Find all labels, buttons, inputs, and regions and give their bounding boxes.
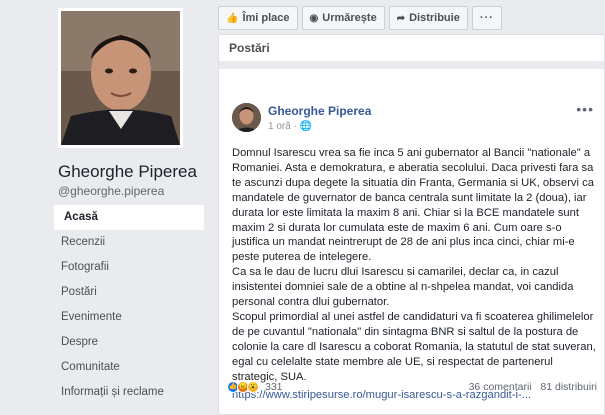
nav-item-about[interactable]: Despre	[54, 330, 204, 355]
nav-item-posts[interactable]: Postări	[54, 280, 204, 305]
nav-item-info-ads[interactable]: Informații și reclame	[54, 380, 204, 405]
page-handle[interactable]: @gheorghe.piperea	[58, 184, 164, 198]
share-arrow-icon: ➦	[396, 12, 406, 24]
comments-count[interactable]: 36 comentarii	[469, 381, 532, 393]
wow-reaction-icon: 😮	[247, 381, 259, 393]
like-label: Îmi place	[242, 12, 290, 24]
globe-icon: 🌐	[299, 121, 313, 132]
reactions-count: 331	[265, 381, 283, 393]
nav-item-reviews[interactable]: Recenzii	[54, 230, 204, 255]
thumbs-up-icon: 👍	[226, 12, 239, 24]
share-label: Distribuie	[409, 12, 460, 24]
post-author-name[interactable]: Gheorghe Piperea	[268, 104, 371, 118]
post-time: 1 oră ·	[268, 121, 300, 132]
page-title[interactable]: Gheorghe Piperea	[58, 162, 197, 182]
post-paragraph: Domnul Isarescu vrea sa fie inca 5 ani g…	[232, 147, 594, 264]
more-options-button[interactable]: ···	[471, 6, 502, 30]
follow-button[interactable]: ◉ Urmărește	[301, 6, 385, 30]
share-button[interactable]: ➦ Distribuie	[388, 6, 468, 30]
profile-photo-icon	[61, 11, 180, 145]
profile-picture[interactable]	[58, 8, 183, 148]
section-divider	[219, 61, 604, 69]
page-actions: 👍 Îmi place ◉ Urmărește ➦ Distribuie ···	[218, 6, 502, 30]
post-options-button[interactable]: •••	[576, 101, 594, 117]
post: Gheorghe Piperea 1 oră · 🌐 ••• Domnul Is…	[227, 69, 602, 415]
shares-count[interactable]: 81 distribuiri	[540, 381, 597, 393]
nav-item-photos[interactable]: Fotografii	[54, 255, 204, 280]
engagement-counts: 36 comentarii 81 distribuiri	[469, 381, 597, 393]
nav-item-events[interactable]: Evenimente	[54, 305, 204, 330]
rss-icon: ◉	[309, 12, 319, 24]
nav-item-community[interactable]: Comunitate	[54, 355, 204, 380]
left-column: Gheorghe Piperea @gheorghe.piperea Acasă…	[0, 0, 205, 415]
post-paragraph: Scopul primordial al unei astfel de cand…	[232, 310, 596, 383]
avatar-icon	[232, 103, 261, 132]
nav-item-home[interactable]: Acasă	[54, 205, 204, 230]
posts-section: Postări Gheorghe Piperea 1 oră · 🌐 ••• D…	[218, 34, 605, 415]
post-paragraph: Ca sa le dau de lucru dlui Isarescu si c…	[232, 266, 574, 309]
page-nav: Acasă Recenzii Fotografii Postări Evenim…	[54, 205, 204, 405]
post-timestamp[interactable]: 1 oră · 🌐	[268, 121, 312, 132]
post-body: Domnul Isarescu vrea sa fie inca 5 ani g…	[232, 146, 596, 385]
follow-label: Urmărește	[322, 12, 377, 24]
like-page-button[interactable]: 👍 Îmi place	[218, 6, 298, 30]
post-author-avatar[interactable]	[232, 103, 261, 132]
reactions-summary[interactable]: 👍 😠 😮 331	[227, 381, 283, 393]
posts-section-title: Postări	[229, 41, 270, 55]
